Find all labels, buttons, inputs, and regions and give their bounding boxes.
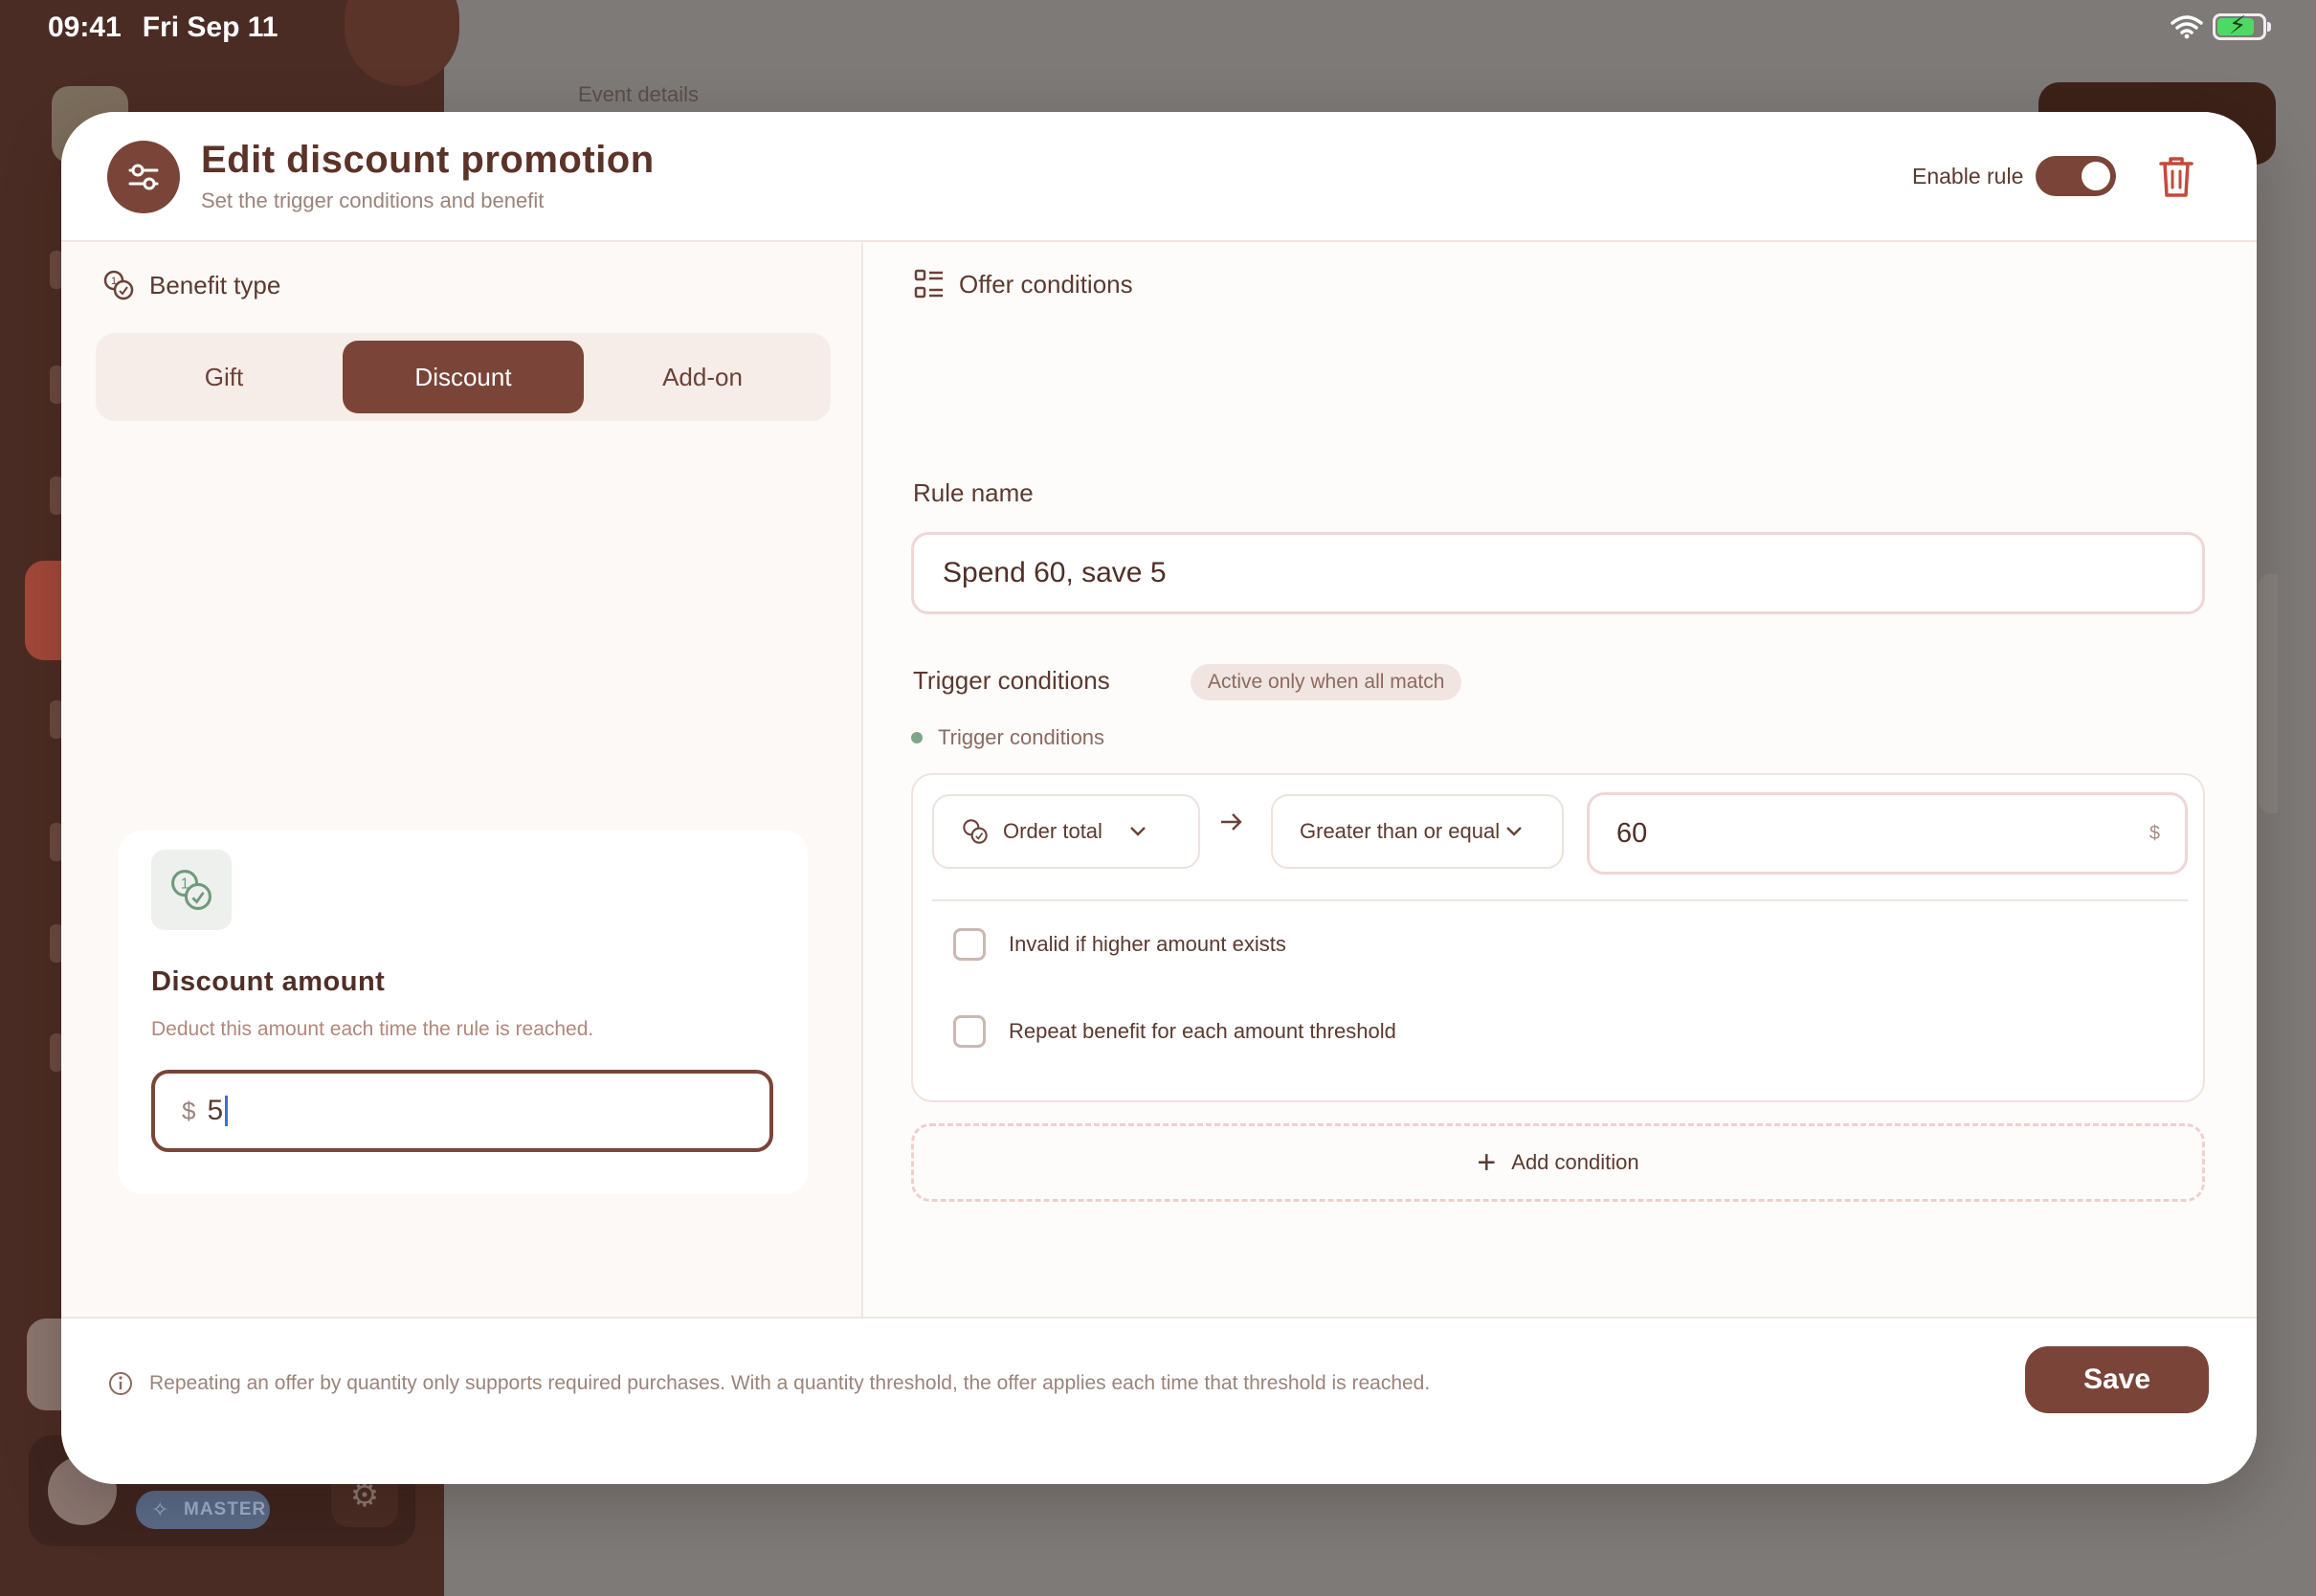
role-badge-label: MASTER <box>184 1499 267 1519</box>
all-match-badge: Active only when all match <box>1191 664 1462 700</box>
field-dropdown[interactable]: Order total <box>932 794 1200 869</box>
add-condition-label: Add condition <box>1511 1150 1639 1174</box>
currency-symbol: $ <box>182 1096 196 1125</box>
field-dropdown-value: Order total <box>1003 819 1102 843</box>
status-bar: 09:41 Fri Sep 11 <box>48 11 278 44</box>
checkbox[interactable] <box>953 928 986 961</box>
breadcrumb: Event details <box>578 82 699 106</box>
wifi-icon <box>2171 15 2203 39</box>
option-repeat-benefit[interactable]: Repeat benefit for each amount threshold <box>953 1015 1396 1048</box>
nav-item-active[interactable] <box>25 561 63 660</box>
condition-group-label: Trigger conditions <box>911 725 1104 750</box>
rule-name-label: Rule name <box>913 478 1034 507</box>
status-time: 09:41 <box>48 11 122 43</box>
role-badge: ✧ MASTER <box>136 1491 270 1529</box>
option-label: Invalid if higher amount exists <box>1009 932 1286 956</box>
save-button[interactable]: Save <box>2025 1346 2209 1413</box>
list-icon <box>914 269 943 299</box>
sparkle-icon: ✧ <box>151 1497 170 1521</box>
coins-icon: 1 <box>103 270 134 300</box>
chevron-down-icon <box>1130 827 1146 836</box>
discount-amount-description: Deduct this amount each time the rule is… <box>151 1018 594 1040</box>
trigger-conditions-label: Trigger conditions <box>913 666 1110 695</box>
discount-amount-title: Discount amount <box>151 966 386 997</box>
checkbox[interactable] <box>953 1015 986 1048</box>
operator-dropdown[interactable]: Greater than or equal <box>1271 794 1564 869</box>
status-date: Fri Sep 11 <box>142 11 278 43</box>
status-dot <box>911 732 923 743</box>
edit-promotion-modal: Edit discount promotion Set the trigger … <box>61 112 2257 1484</box>
operator-dropdown-value: Greater than or equal <box>1300 819 1501 843</box>
condition-group-text: Trigger conditions <box>938 725 1105 749</box>
benefit-type-title: Benefit type <box>149 270 281 299</box>
coins-icon: 1 <box>151 850 232 930</box>
footer-note-text: Repeating an offer by quantity only supp… <box>149 1372 1431 1394</box>
modal-subtitle: Set the trigger conditions and benefit <box>201 188 545 212</box>
sliders-icon <box>107 141 180 213</box>
option-label: Repeat benefit for each amount threshold <box>1009 1019 1396 1043</box>
text-caret <box>225 1096 229 1126</box>
add-condition-button[interactable]: + Add condition <box>911 1123 2205 1202</box>
footer-note: Repeating an offer by quantity only supp… <box>107 1370 1430 1397</box>
chevron-down-icon <box>1506 827 1522 836</box>
plus-icon: + <box>1477 1143 1497 1181</box>
status-icons: ⚡ <box>2171 11 2271 40</box>
benefit-type-header: 1 Benefit type <box>101 268 280 302</box>
trash-icon[interactable] <box>2155 154 2197 200</box>
svg-text:1: 1 <box>111 276 117 287</box>
modal-title: Edit discount promotion <box>201 139 655 181</box>
sidebar-decoration <box>345 0 459 86</box>
svg-text:1: 1 <box>181 876 189 893</box>
benefit-option-gift[interactable]: Gift <box>103 341 345 413</box>
enable-rule-toggle[interactable] <box>2036 156 2116 196</box>
option-invalid-if-higher[interactable]: Invalid if higher amount exists <box>953 928 1286 961</box>
conditions-panel: Offer conditions Rule name Spend 60, sav… <box>865 243 2257 1317</box>
discount-amount-card: 1 Discount amount Deduct this amount eac… <box>119 831 808 1194</box>
arrow-right-icon <box>1221 813 1242 831</box>
condition-divider <box>932 899 2188 901</box>
benefit-type-segmented: Gift Discount Add-on <box>96 333 831 421</box>
offer-conditions-title: Offer conditions <box>959 269 1133 299</box>
benefit-option-add-on[interactable]: Add-on <box>582 341 823 413</box>
background-card <box>2259 574 2278 813</box>
benefit-panel: 1 Benefit type Gift Discount Add-on 1 Di… <box>61 243 863 1317</box>
enable-rule-label: Enable rule <box>1912 164 2024 188</box>
coins-icon <box>963 819 988 844</box>
offer-conditions-header: Offer conditions <box>913 268 1133 300</box>
modal-footer: Repeating an offer by quantity only supp… <box>61 1317 2257 1484</box>
rule-name-input[interactable]: Spend 60, save 5 <box>911 532 2205 614</box>
toggle-knob <box>2082 162 2110 190</box>
benefit-option-discount[interactable]: Discount <box>343 341 584 413</box>
discount-amount-input[interactable]: $ 5 <box>151 1070 773 1152</box>
info-icon <box>109 1372 132 1395</box>
threshold-unit: $ <box>2149 823 2160 844</box>
battery-icon: ⚡ <box>2213 11 2271 40</box>
threshold-value-input[interactable]: 60 $ <box>1587 792 2188 875</box>
threshold-value: 60 <box>1616 818 1648 849</box>
discount-amount-value: 5 <box>207 1095 224 1126</box>
condition-group: Order total Greater than or equal 60 $ I… <box>911 773 2205 1102</box>
modal-header: Edit discount promotion Set the trigger … <box>61 112 2257 242</box>
